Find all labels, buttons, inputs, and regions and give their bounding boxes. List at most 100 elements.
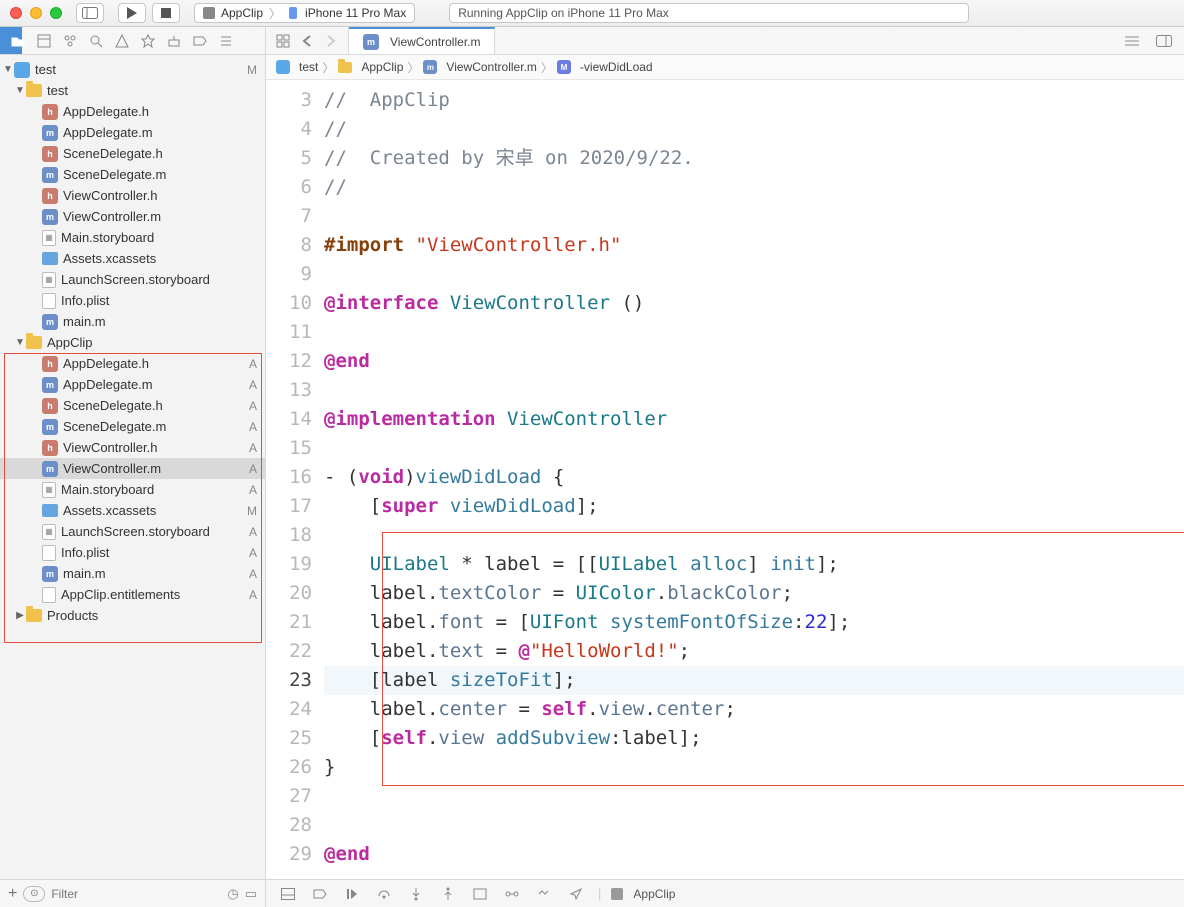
filter-input[interactable] xyxy=(51,887,221,901)
symbol-navigator-icon[interactable] xyxy=(58,29,82,53)
tree-label: SceneDelegate.h xyxy=(63,398,163,413)
related-items-icon[interactable] xyxy=(272,29,294,53)
tree-row[interactable]: Assets.xcassets M xyxy=(0,500,265,521)
disclosure-triangle[interactable]: ▼ xyxy=(14,85,26,96)
breadcrumb[interactable]: test 〉 AppClip 〉 m ViewController.m 〉 M … xyxy=(266,55,1184,80)
tree-row[interactable]: ▦ LaunchScreen.storyboard xyxy=(0,269,265,290)
hide-debug-icon[interactable] xyxy=(276,882,300,906)
breadcrumb-item[interactable]: ViewController.m xyxy=(446,60,536,74)
tree-label: ViewController.m xyxy=(63,209,161,224)
tree-label: Info.plist xyxy=(61,293,109,308)
tree-row[interactable]: ▦ LaunchScreen.storyboard A xyxy=(0,521,265,542)
tree-row[interactable]: Assets.xcassets xyxy=(0,248,265,269)
tree-row[interactable]: ▶ Products xyxy=(0,605,265,626)
source-control-navigator-icon[interactable] xyxy=(32,29,56,53)
debug-scheme-label[interactable]: AppClip xyxy=(633,887,675,901)
scheme-selector[interactable]: AppClip 〉 iPhone 11 Pro Max xyxy=(194,3,415,23)
editor-tab[interactable]: m ViewController.m xyxy=(349,27,495,54)
breadcrumb-item[interactable]: -viewDidLoad xyxy=(580,60,653,74)
breadcrumb-item[interactable]: test xyxy=(299,60,318,74)
location-icon[interactable] xyxy=(564,882,588,906)
assets-icon xyxy=(42,252,58,265)
tree-row[interactable]: ▼ test xyxy=(0,80,265,101)
report-navigator-icon[interactable] xyxy=(214,29,238,53)
tree-row[interactable]: h AppDelegate.h A xyxy=(0,353,265,374)
close-window-button[interactable] xyxy=(10,7,22,19)
tree-label: Assets.xcassets xyxy=(63,251,156,266)
folder-icon xyxy=(26,609,42,622)
stop-button[interactable] xyxy=(152,3,180,23)
m-file-icon: m xyxy=(42,377,58,393)
tree-row[interactable]: Info.plist A xyxy=(0,542,265,563)
code-editor[interactable]: 3456789101112131415161718192021222324252… xyxy=(266,80,1184,879)
disclosure-triangle[interactable]: ▼ xyxy=(2,64,14,75)
test-navigator-icon[interactable] xyxy=(136,29,160,53)
find-navigator-icon[interactable] xyxy=(84,29,108,53)
tree-row[interactable]: ▦ Main.storyboard A xyxy=(0,479,265,500)
minimize-window-button[interactable] xyxy=(30,7,42,19)
tree-row[interactable]: ▦ Main.storyboard xyxy=(0,227,265,248)
step-over-icon[interactable] xyxy=(372,882,396,906)
m-file-icon: m xyxy=(363,34,379,50)
editor-options-icon[interactable] xyxy=(1120,29,1144,53)
tree-row[interactable]: h SceneDelegate.h A xyxy=(0,395,265,416)
run-button[interactable] xyxy=(118,3,146,23)
m-file-icon: m xyxy=(42,209,58,225)
tree-row[interactable]: m main.m xyxy=(0,311,265,332)
disclosure-triangle[interactable]: ▼ xyxy=(14,337,26,348)
recent-filter-icon[interactable]: ◷ xyxy=(227,886,238,902)
storyboard-icon: ▦ xyxy=(42,230,56,246)
debug-bar: | AppClip xyxy=(266,880,1184,907)
debug-view-icon[interactable] xyxy=(468,882,492,906)
disclosure-triangle[interactable]: ▶ xyxy=(14,610,26,621)
debug-navigator-icon[interactable] xyxy=(162,29,186,53)
project-navigator-icon[interactable] xyxy=(6,29,30,53)
tree-row[interactable]: Info.plist xyxy=(0,290,265,311)
line-gutter: 3456789101112131415161718192021222324252… xyxy=(266,86,324,869)
storyboard-icon: ▦ xyxy=(42,524,56,540)
navigator-selector xyxy=(0,27,266,54)
tree-row[interactable]: m ViewController.m A xyxy=(0,458,265,479)
add-button[interactable]: + xyxy=(8,885,17,903)
back-button[interactable] xyxy=(296,29,318,53)
panel-toggle-button[interactable] xyxy=(76,3,104,23)
tree-row[interactable]: m AppDelegate.m xyxy=(0,122,265,143)
breakpoint-navigator-icon[interactable] xyxy=(188,29,212,53)
h-file-icon: h xyxy=(42,440,58,456)
tree-row[interactable]: h ViewController.h A xyxy=(0,437,265,458)
tree-row[interactable]: h SceneDelegate.h xyxy=(0,143,265,164)
tree-label: AppDelegate.m xyxy=(63,125,153,140)
continue-icon[interactable] xyxy=(340,882,364,906)
step-out-icon[interactable] xyxy=(436,882,460,906)
adjust-editor-icon[interactable] xyxy=(1152,29,1176,53)
storyboard-icon: ▦ xyxy=(42,482,56,498)
code-lines[interactable]: // AppClip//// Created by 宋卓 on 2020/9/2… xyxy=(324,86,1184,869)
tree-row[interactable]: m AppDelegate.m A xyxy=(0,374,265,395)
scope-button[interactable]: ⊙ xyxy=(23,886,45,902)
step-into-icon[interactable] xyxy=(404,882,428,906)
tree-row[interactable]: ▼ AppClip xyxy=(0,332,265,353)
tree-row[interactable]: m main.m A xyxy=(0,563,265,584)
bottom-bar: + ⊙ ◷ ▭ | AppClip xyxy=(0,879,1184,907)
tree-row[interactable]: ▼ test M xyxy=(0,59,265,80)
tree-label: LaunchScreen.storyboard xyxy=(61,524,210,539)
scm-badge: A xyxy=(249,441,257,455)
scm-filter-icon[interactable]: ▭ xyxy=(245,886,257,902)
zoom-window-button[interactable] xyxy=(50,7,62,19)
breadcrumb-item[interactable]: AppClip xyxy=(361,60,403,74)
tree-label: Products xyxy=(47,608,98,623)
tree-row[interactable]: h ViewController.h xyxy=(0,185,265,206)
environment-icon[interactable] xyxy=(532,882,556,906)
tree-row[interactable]: h AppDelegate.h xyxy=(0,101,265,122)
memory-graph-icon[interactable] xyxy=(500,882,524,906)
breakpoints-toggle-icon[interactable] xyxy=(308,882,332,906)
tree-label: AppClip.entitlements xyxy=(61,587,180,602)
tree-row[interactable]: m SceneDelegate.m xyxy=(0,164,265,185)
entitlements-icon xyxy=(42,587,56,603)
issue-navigator-icon[interactable] xyxy=(110,29,134,53)
forward-button[interactable] xyxy=(320,29,342,53)
tree-row[interactable]: AppClip.entitlements A xyxy=(0,584,265,605)
tree-row[interactable]: m SceneDelegate.m A xyxy=(0,416,265,437)
tree-label: AppClip xyxy=(47,335,93,350)
tree-row[interactable]: m ViewController.m xyxy=(0,206,265,227)
